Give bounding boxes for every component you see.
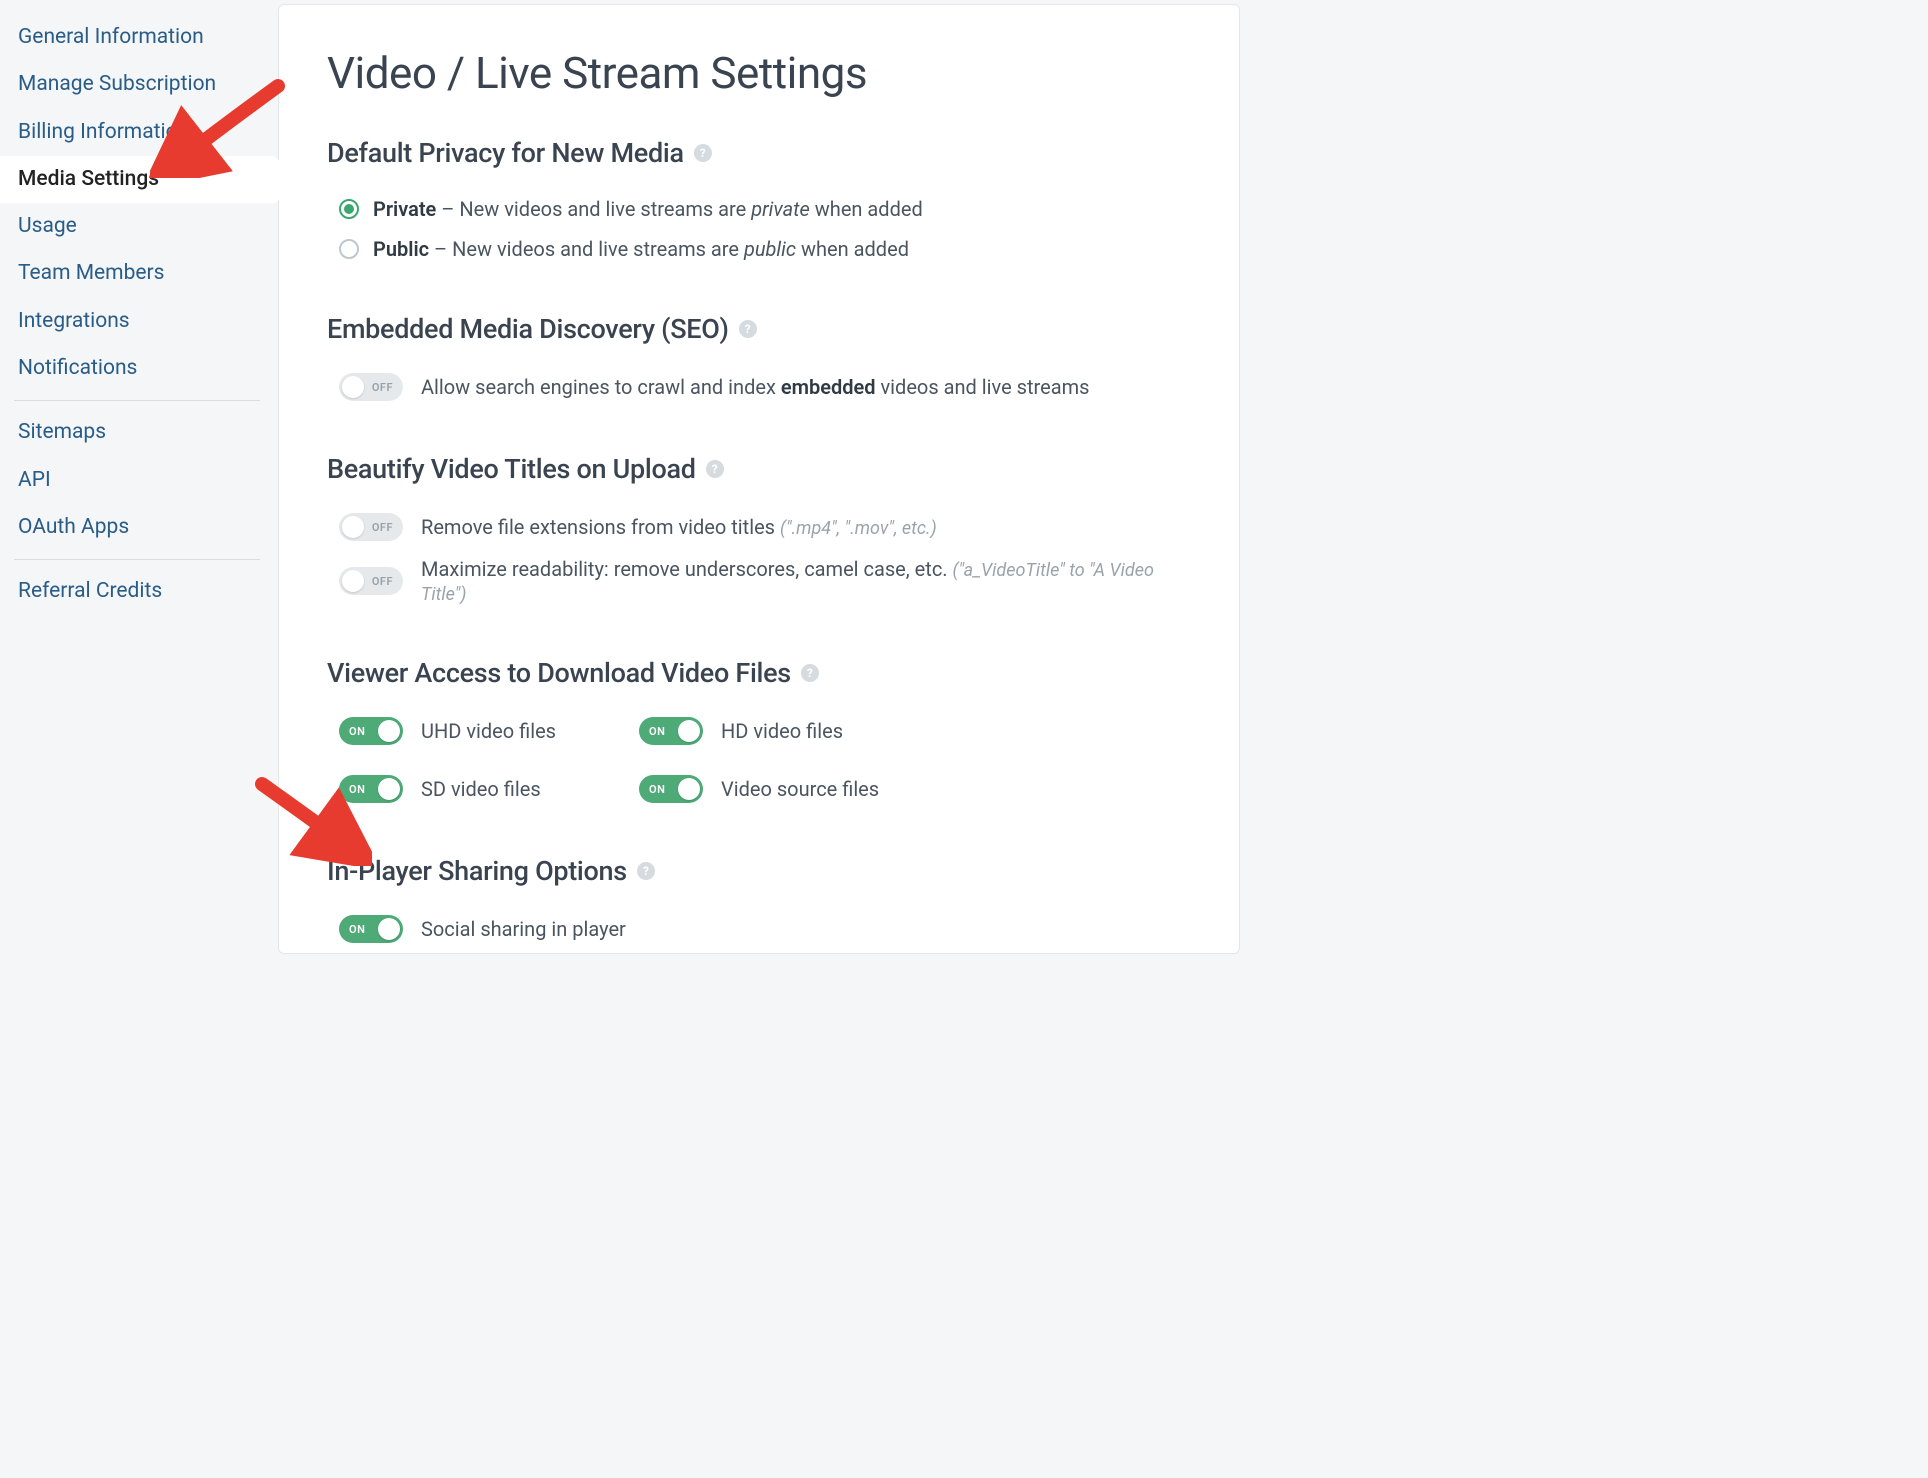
main-panel: Video / Live Stream Settings Default Pri… bbox=[278, 4, 1240, 954]
sidebar: General Information Manage Subscription … bbox=[0, 0, 274, 954]
sidebar-item-usage[interactable]: Usage bbox=[0, 203, 274, 250]
section-beautify: Beautify Video Titles on Upload ? OFF Re… bbox=[327, 453, 1191, 613]
section-title-download: Viewer Access to Download Video Files bbox=[327, 657, 791, 689]
toggle-label: UHD video files bbox=[421, 719, 556, 743]
section-title-privacy: Default Privacy for New Media bbox=[327, 137, 684, 169]
section-seo: Embedded Media Discovery (SEO) ? OFF All… bbox=[327, 313, 1191, 409]
toggle-source[interactable]: ON bbox=[639, 775, 703, 803]
help-icon[interactable]: ? bbox=[637, 862, 655, 880]
help-icon[interactable]: ? bbox=[801, 664, 819, 682]
toggle-row-sd: ON SD video files bbox=[339, 767, 629, 811]
sidebar-item-integrations[interactable]: Integrations bbox=[0, 298, 274, 345]
toggle-label: Video source files bbox=[721, 777, 879, 801]
sidebar-item-general-information[interactable]: General Information bbox=[0, 14, 274, 61]
toggle-uhd[interactable]: ON bbox=[339, 717, 403, 745]
toggle-row-readability: OFF Maximize readability: remove undersc… bbox=[327, 549, 1191, 613]
toggle-label: Allow search engines to crawl and index … bbox=[421, 375, 1089, 399]
sidebar-item-referral-credits[interactable]: Referral Credits bbox=[0, 568, 274, 615]
toggle-row-source: ON Video source files bbox=[639, 767, 929, 811]
toggle-row-embed-sharing: OFF Embed code sharing in player bbox=[327, 951, 1191, 954]
toggle-row-hd: ON HD video files bbox=[639, 709, 929, 753]
sidebar-item-notifications[interactable]: Notifications bbox=[0, 345, 274, 392]
sidebar-item-team-members[interactable]: Team Members bbox=[0, 250, 274, 297]
sidebar-item-oauth-apps[interactable]: OAuth Apps bbox=[0, 504, 274, 551]
help-icon[interactable]: ? bbox=[694, 144, 712, 162]
section-title-seo: Embedded Media Discovery (SEO) bbox=[327, 313, 729, 345]
section-sharing: In-Player Sharing Options ? ON Social sh… bbox=[327, 855, 1191, 954]
radio-icon bbox=[339, 239, 359, 259]
toggle-sd[interactable]: ON bbox=[339, 775, 403, 803]
toggle-row-social-sharing: ON Social sharing in player bbox=[327, 907, 1191, 951]
page-title: Video / Live Stream Settings bbox=[327, 47, 1191, 99]
sidebar-divider bbox=[14, 559, 260, 560]
toggle-row-remove-ext: OFF Remove file extensions from video ti… bbox=[327, 505, 1191, 549]
sidebar-item-sitemaps[interactable]: Sitemaps bbox=[0, 409, 274, 456]
sidebar-item-media-settings[interactable]: Media Settings bbox=[0, 156, 274, 203]
sidebar-item-api[interactable]: API bbox=[0, 457, 274, 504]
toggle-seo[interactable]: OFF bbox=[339, 373, 403, 401]
sidebar-item-manage-subscription[interactable]: Manage Subscription bbox=[0, 61, 274, 108]
toggle-label: HD video files bbox=[721, 719, 843, 743]
sidebar-divider bbox=[14, 400, 260, 401]
help-icon[interactable]: ? bbox=[739, 320, 757, 338]
toggle-label: Maximize readability: remove underscores… bbox=[421, 557, 1191, 605]
section-download: Viewer Access to Download Video Files ? … bbox=[327, 657, 1191, 811]
radio-icon bbox=[339, 199, 359, 219]
sidebar-item-billing-information[interactable]: Billing Information bbox=[0, 109, 274, 156]
radio-label: Private – New videos and live streams ar… bbox=[373, 197, 923, 221]
help-icon[interactable]: ? bbox=[706, 460, 724, 478]
toggle-label: Remove file extensions from video titles… bbox=[421, 515, 937, 539]
section-title-beautify: Beautify Video Titles on Upload bbox=[327, 453, 696, 485]
toggle-label: SD video files bbox=[421, 777, 541, 801]
toggle-label: Social sharing in player bbox=[421, 917, 626, 941]
toggle-social-sharing[interactable]: ON bbox=[339, 915, 403, 943]
toggle-row-seo: OFF Allow search engines to crawl and in… bbox=[327, 365, 1191, 409]
toggle-row-uhd: ON UHD video files bbox=[339, 709, 629, 753]
toggle-hd[interactable]: ON bbox=[639, 717, 703, 745]
section-default-privacy: Default Privacy for New Media ? Private … bbox=[327, 137, 1191, 269]
section-title-sharing: In-Player Sharing Options bbox=[327, 855, 627, 887]
radio-option-public[interactable]: Public – New videos and live streams are… bbox=[327, 229, 1191, 269]
toggle-remove-ext[interactable]: OFF bbox=[339, 513, 403, 541]
toggle-readability[interactable]: OFF bbox=[339, 567, 403, 595]
radio-option-private[interactable]: Private – New videos and live streams ar… bbox=[327, 189, 1191, 229]
radio-label: Public – New videos and live streams are… bbox=[373, 237, 909, 261]
